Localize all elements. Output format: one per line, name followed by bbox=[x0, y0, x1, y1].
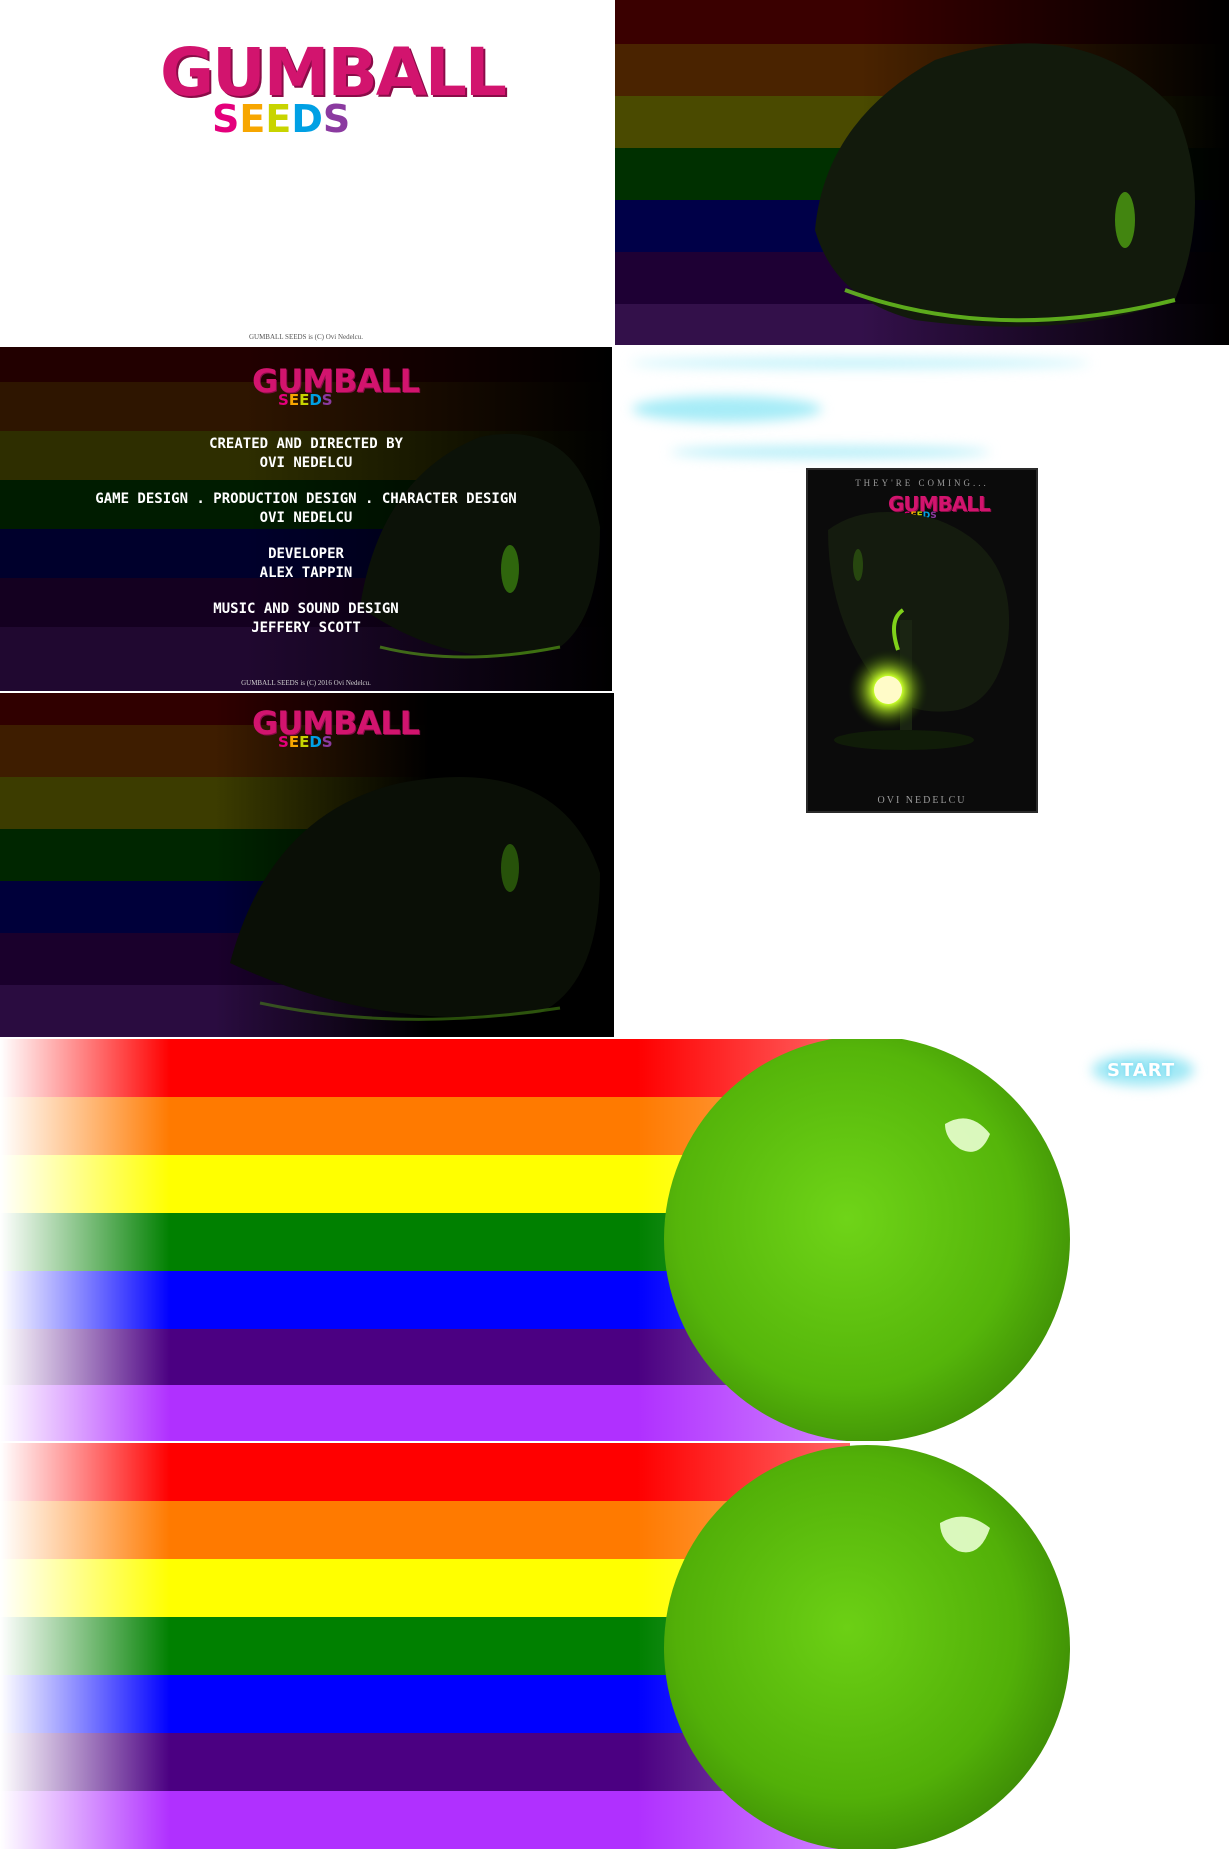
credit-entry: Created and Directed by Ovi Nedelcu bbox=[0, 435, 612, 473]
logo-seeds-letter: S bbox=[212, 97, 240, 141]
logo-seeds-letter: E bbox=[299, 391, 310, 409]
title-screen-panel: GUMBALL SEEDS GUMBALL SEEDS is (C) Ovi N… bbox=[0, 0, 612, 345]
game-logo: GUMBALL SEEDS bbox=[160, 40, 507, 141]
logo-seeds-letter: D bbox=[291, 97, 323, 141]
credit-role-name: Jeffery Scott bbox=[251, 620, 361, 636]
credit-entry: Developer Alex Tappin bbox=[0, 545, 612, 583]
gumball-ball bbox=[664, 1445, 1070, 1849]
logo-seeds-letter: S bbox=[322, 97, 351, 141]
credits-screen-panel: GUMBALL SEEDS Created and Directed by Ov… bbox=[0, 347, 612, 691]
credit-role-title: Music and Sound Design bbox=[213, 601, 399, 617]
logo-seeds-letter: E bbox=[265, 97, 292, 141]
credit-role-title: Created and Directed by bbox=[209, 436, 403, 452]
character-silhouette bbox=[815, 43, 1195, 327]
poster-credit: OVI NEDELCU bbox=[877, 795, 967, 806]
gumball-sprite-frame-2 bbox=[0, 1443, 1090, 1849]
credits-logo: GUMBALL SEEDS bbox=[252, 365, 420, 409]
credits-list: Created and Directed by Ovi Nedelcu Game… bbox=[0, 435, 612, 638]
game-poster: THEY'RE COMING... GUMBALL SEEDS OVI NEDE… bbox=[806, 468, 1038, 813]
credit-role-name: Ovi Nedelcu bbox=[259, 455, 353, 471]
logo-seeds-letter: E bbox=[239, 97, 266, 141]
logo-seeds-letter: S bbox=[278, 733, 289, 751]
logo-seeds-letter: E bbox=[299, 733, 310, 751]
credit-role-title: Game Design . Production Design . Charac… bbox=[95, 491, 517, 507]
glow-streak bbox=[670, 446, 990, 458]
credit-role-name: Ovi Nedelcu bbox=[259, 510, 353, 526]
glow-blob bbox=[632, 396, 822, 422]
intro-dark-panel bbox=[615, 0, 1229, 345]
credit-entry: Music and Sound Design Jeffery Scott bbox=[0, 600, 612, 638]
start-glow-sprites bbox=[630, 350, 1150, 470]
gumball-sprite-frame-1 bbox=[0, 1039, 1090, 1441]
logo-seeds-letter: D bbox=[309, 733, 322, 751]
gumball-ball bbox=[664, 1039, 1070, 1441]
glow-streak bbox=[630, 358, 1090, 368]
credit-entry: Game Design . Production Design . Charac… bbox=[0, 490, 612, 528]
title-copyright: GUMBALL SEEDS is (C) Ovi Nedelcu. bbox=[248, 333, 364, 341]
logo-seeds-letter: E bbox=[288, 733, 300, 751]
logo-seeds-letter: E bbox=[288, 391, 300, 409]
logo-seeds-letter: D bbox=[309, 391, 322, 409]
menu-logo: GUMBALL SEEDS bbox=[252, 707, 420, 751]
start-button-sprite[interactable]: START bbox=[1092, 1052, 1194, 1088]
poster-artwork bbox=[828, 512, 1010, 750]
menu-dark-panel: GUMBALL SEEDS bbox=[0, 693, 614, 1037]
credit-role-name: Alex Tappin bbox=[259, 565, 353, 581]
start-button-label: START bbox=[1107, 1060, 1176, 1081]
logo-seeds-letter: S bbox=[321, 733, 333, 751]
credit-role-title: Developer bbox=[268, 546, 344, 562]
logo-seeds-letter: S bbox=[321, 391, 333, 409]
credits-copyright: GUMBALL SEEDS is (C) 2016 Ovi Nedelcu. bbox=[241, 679, 371, 687]
logo-seeds-letter: S bbox=[278, 391, 289, 409]
